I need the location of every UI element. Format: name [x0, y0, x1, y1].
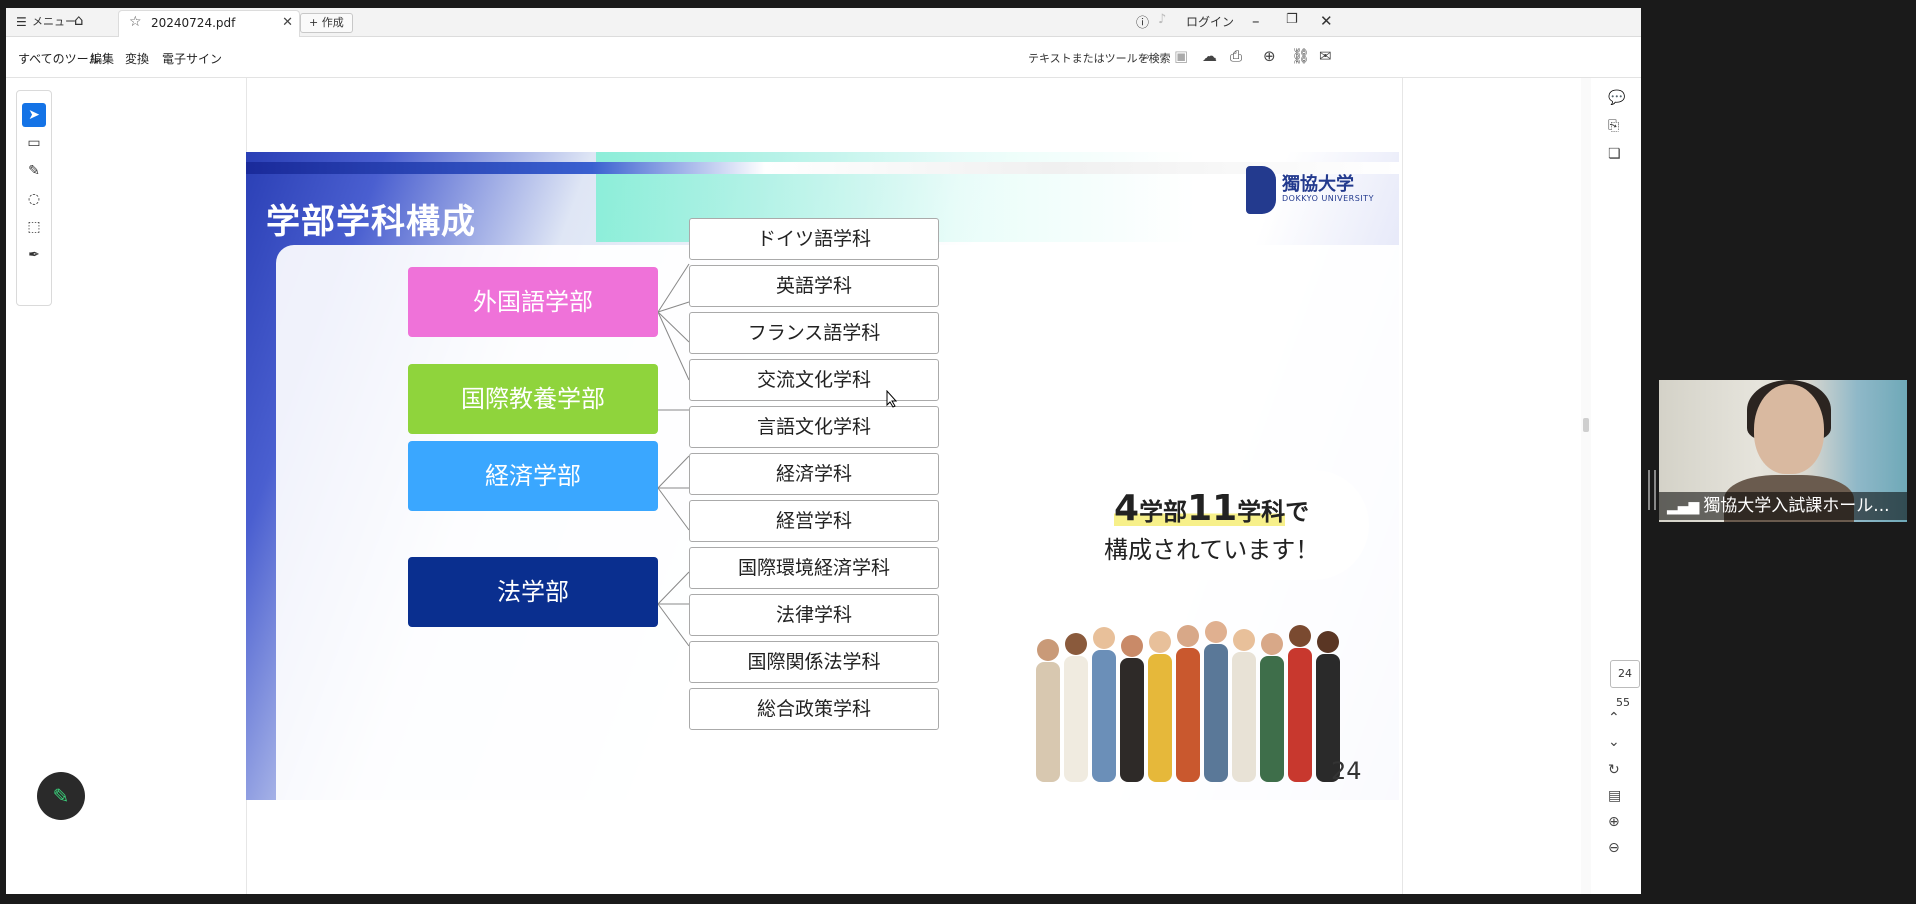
- dept-environmental-economics: 国際環境経済学科: [689, 547, 939, 589]
- comments-panel-icon[interactable]: 💬: [1608, 90, 1625, 106]
- slide-page-number: 24: [1331, 757, 1362, 785]
- faculty-international-liberal-arts: 国際教養学部: [408, 364, 658, 434]
- callout-num-departments: 11: [1187, 488, 1238, 529]
- pen-tool-icon[interactable]: ✎: [22, 159, 46, 183]
- menu-convert[interactable]: 変換: [125, 50, 149, 67]
- minimize-icon[interactable]: –: [1252, 12, 1260, 30]
- dept-english: 英語学科: [689, 265, 939, 307]
- participant-name: 獨協大学入試課ホール...: [1703, 496, 1890, 516]
- home-icon[interactable]: ⌂: [74, 12, 84, 28]
- page-up-icon[interactable]: ⌃: [1608, 710, 1620, 726]
- login-link[interactable]: ログイン: [1186, 14, 1234, 30]
- hamburger-icon[interactable]: ☰: [16, 14, 27, 30]
- dept-cultural-exchange: 交流文化学科: [689, 359, 939, 401]
- menu-edit[interactable]: 編集: [90, 50, 114, 67]
- new-label: 作成: [321, 16, 344, 29]
- signal-bars-icon: ▂▄▆: [1667, 499, 1700, 515]
- link-icon[interactable]: ⛓: [1291, 47, 1310, 65]
- bell-icon[interactable]: ♪: [1158, 12, 1166, 27]
- students-illustration: [1036, 621, 1340, 782]
- callout-tail: で: [1285, 498, 1310, 526]
- dept-economics: 経済学科: [689, 453, 939, 495]
- sign-tool-icon[interactable]: ✒: [22, 243, 46, 267]
- pages-panel-icon[interactable]: ❏: [1608, 146, 1621, 162]
- vertical-scrollbar[interactable]: [1581, 78, 1591, 894]
- dept-management: 経営学科: [689, 500, 939, 542]
- scroll-thumb[interactable]: [1583, 418, 1589, 432]
- dept-language-culture: 言語文化学科: [689, 406, 939, 448]
- save-icon[interactable]: ▣: [1174, 47, 1188, 65]
- star-icon[interactable]: ☆: [129, 14, 142, 30]
- dept-policy-studies: 総合政策学科: [689, 688, 939, 730]
- menu-label[interactable]: メニュー: [32, 14, 76, 30]
- bookmark-panel-icon[interactable]: ⎘: [1608, 118, 1619, 134]
- participant-label: ▂▄▆ 獨協大学入試課ホール...: [1659, 492, 1907, 520]
- fit-page-icon[interactable]: ▤: [1608, 788, 1621, 804]
- text-select-tool-icon[interactable]: ⬚: [22, 215, 46, 239]
- summary-callout: 4学部11学科で 構成されています！: [1054, 470, 1369, 580]
- plus-icon: +: [309, 16, 319, 29]
- callout-num-faculties: 4: [1114, 488, 1140, 529]
- close-tab-icon[interactable]: ✕: [282, 15, 293, 30]
- tab-document[interactable]: ☆ 20240724.pdf ✕: [118, 10, 300, 37]
- restore-icon[interactable]: ❐: [1286, 12, 1298, 27]
- search-icon[interactable]: ⌕: [1142, 47, 1150, 65]
- share-icon[interactable]: ⊕: [1263, 47, 1276, 65]
- right-rail: 💬 ⎘ ❏ ⌃ ⌄ ↻ ▤ ⊕ ⊖: [1591, 78, 1641, 894]
- mail-icon[interactable]: ✉: [1319, 47, 1332, 65]
- callout-line2: 構成されています！: [1104, 536, 1320, 564]
- zoom-out-icon[interactable]: ⊖: [1608, 840, 1620, 856]
- faculty-economics: 経済学部: [408, 441, 658, 511]
- zoom-in-icon[interactable]: ⊕: [1608, 814, 1620, 830]
- callout-word-faculties: 学部: [1139, 498, 1188, 526]
- participant-face: [1754, 384, 1824, 474]
- page-down-icon[interactable]: ⌄: [1608, 734, 1620, 750]
- mouse-cursor-icon: [886, 390, 898, 408]
- video-tile[interactable]: ▂▄▆ 獨協大学入試課ホール...: [1659, 380, 1907, 522]
- dept-french: フランス語学科: [689, 312, 939, 354]
- dept-international-law: 国際関係法学科: [689, 641, 939, 683]
- page-number-input[interactable]: 24: [1610, 660, 1640, 688]
- tool-row: すべてのツール 編集 変換 電子サイン テキストまたはツールを検索 ⌕ ▣ ☁ …: [6, 37, 1641, 78]
- new-button[interactable]: + 作成: [300, 13, 353, 33]
- lasso-tool-icon[interactable]: ◌: [22, 187, 46, 211]
- panel-splitter[interactable]: [1648, 470, 1656, 510]
- comment-tool-icon[interactable]: ▭: [22, 131, 46, 155]
- close-window-icon[interactable]: ✕: [1320, 12, 1333, 30]
- select-tool-icon[interactable]: ➤: [22, 103, 46, 127]
- edit-fab-icon[interactable]: ✎: [37, 772, 85, 820]
- faculty-law: 法学部: [408, 557, 658, 627]
- callout-line1: 4学部11学科で: [1114, 488, 1309, 529]
- tab-title: 20240724.pdf: [151, 16, 236, 30]
- menu-all-tools[interactable]: すべてのツール: [18, 50, 101, 67]
- dept-german: ドイツ語学科: [689, 218, 939, 260]
- upload-cloud-icon[interactable]: ☁: [1202, 47, 1217, 65]
- page-total: 55: [1616, 696, 1630, 709]
- help-icon[interactable]: ⓘ: [1136, 12, 1149, 31]
- tab-bar: ☰ メニュー ⌂ ☆ 20240724.pdf ✕ + 作成 ⓘ ♪ ログイン …: [6, 8, 1641, 37]
- left-toolbar: ➤ ▭ ✎ ◌ ⬚ ✒: [16, 90, 52, 306]
- print-icon[interactable]: ⎙: [1230, 47, 1242, 65]
- menu-esign[interactable]: 電子サイン: [162, 50, 222, 67]
- faculty-foreign-languages: 外国語学部: [408, 267, 658, 337]
- callout-word-departments: 学科: [1237, 498, 1286, 526]
- dept-law: 法律学科: [689, 594, 939, 636]
- pdf-slide: 学部学科構成 獨協大学 DOKKYO UNIVERSITY 外国語学部 国際教養…: [246, 152, 1399, 800]
- rotate-icon[interactable]: ↻: [1608, 762, 1620, 778]
